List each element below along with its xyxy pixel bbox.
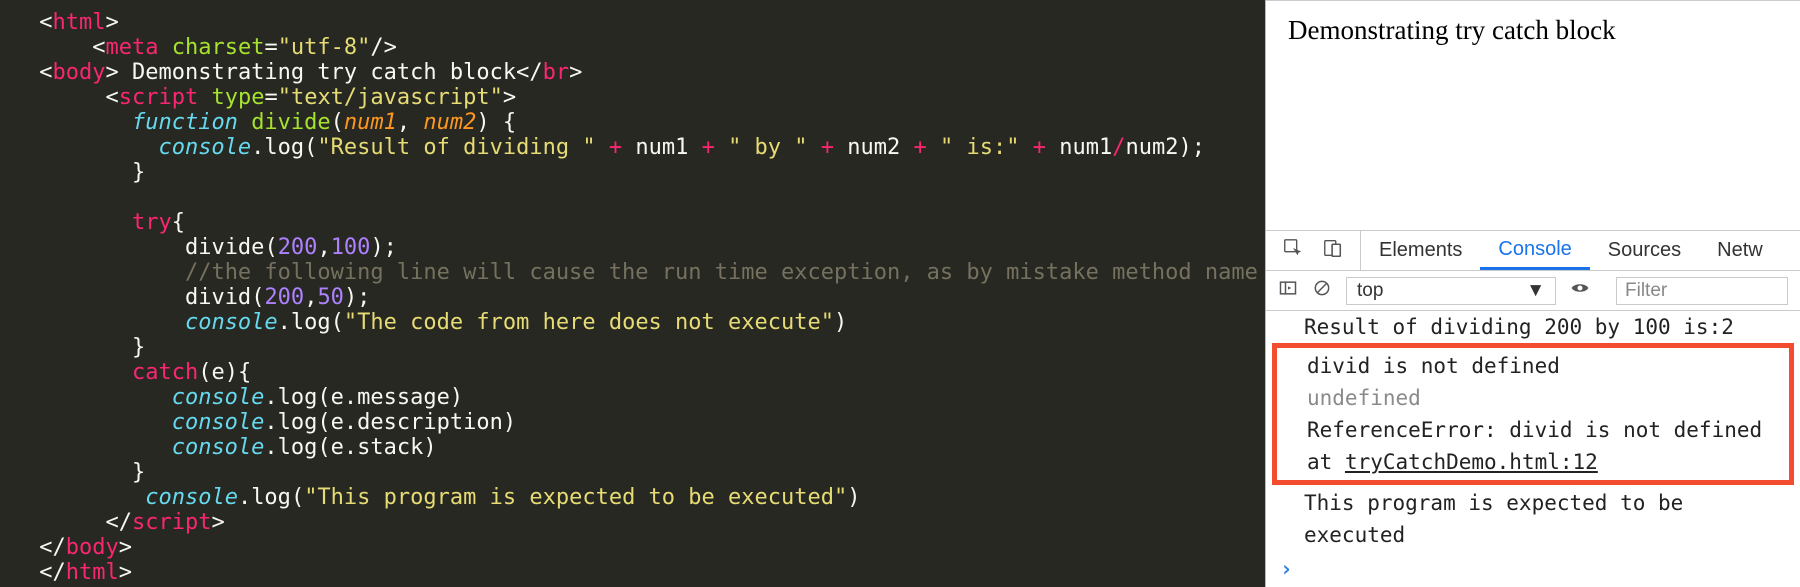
log-undefined: undefined <box>1277 382 1789 414</box>
log-stack-line: at tryCatchDemo.html:12 <box>1277 446 1789 478</box>
console-sidebar-toggle-icon[interactable] <box>1278 278 1298 304</box>
kw-function: function <box>132 110 238 135</box>
console-toolbar: top ▼ Filter <box>1266 271 1800 311</box>
code-block: <html> <meta charset="utf-8"/> <body> De… <box>0 10 1265 585</box>
tab-sources[interactable]: Sources <box>1590 231 1699 270</box>
tag-script: script <box>119 85 198 110</box>
log-error-message: divid is not defined <box>1277 350 1789 382</box>
code-comment: //the following line will cause the run … <box>185 260 1377 285</box>
tab-elements[interactable]: Elements <box>1361 231 1480 270</box>
filter-input[interactable]: Filter <box>1616 277 1788 305</box>
device-toggle-icon[interactable] <box>1322 237 1344 265</box>
live-expression-icon[interactable] <box>1570 278 1590 304</box>
tab-console[interactable]: Console <box>1480 231 1589 270</box>
tag-meta: meta <box>105 35 158 60</box>
console-output[interactable]: Result of dividing 200 by 100 is:2 divid… <box>1266 311 1800 587</box>
chevron-down-icon: ▼ <box>1526 280 1545 302</box>
inspect-icon[interactable] <box>1282 237 1304 265</box>
log-line: Result of dividing 200 by 100 is:2 <box>1266 311 1800 343</box>
stack-link[interactable]: tryCatchDemo.html:12 <box>1345 450 1598 474</box>
context-selector[interactable]: top ▼ <box>1346 277 1556 305</box>
kw-try: try <box>132 210 172 235</box>
kw-catch: catch <box>132 360 198 385</box>
tag-html: html <box>53 10 106 35</box>
page-content: Demonstrating try catch block <box>1266 0 1800 230</box>
error-highlight: divid is not defined undefined Reference… <box>1272 343 1794 485</box>
tag-body: body <box>53 60 106 85</box>
context-value: top <box>1357 280 1383 302</box>
console-prompt[interactable]: › <box>1266 551 1800 587</box>
tab-network[interactable]: Netw <box>1699 231 1781 270</box>
devtools-panel: Elements Console Sources Netw top ▼ Filt… <box>1266 230 1800 587</box>
page-text: Demonstrating try catch block <box>1288 15 1616 45</box>
devtools-tabs: Elements Console Sources Netw <box>1266 231 1800 271</box>
code-editor: <html> <meta charset="utf-8"/> <body> De… <box>0 0 1265 587</box>
log-reference-error: ReferenceError: divid is not defined <box>1277 414 1789 446</box>
browser-pane: Demonstrating try catch block Elements C… <box>1265 0 1800 587</box>
clear-console-icon[interactable] <box>1312 278 1332 304</box>
log-line: This program is expected to be executed <box>1266 487 1800 551</box>
